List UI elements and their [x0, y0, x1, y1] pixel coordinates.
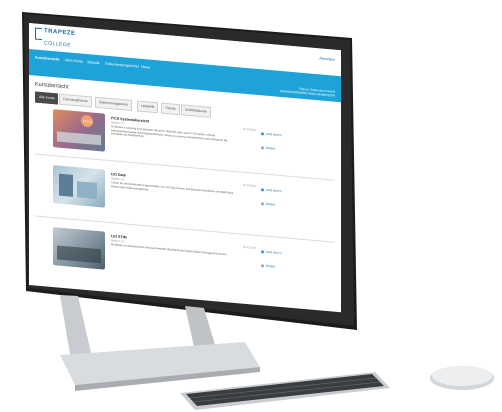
start-learning-link[interactable]: Jetzt lernen	[261, 187, 282, 193]
brand-sub: COLLEGE	[44, 40, 72, 49]
course-date: 23.11.2020	[243, 183, 256, 188]
details-label: Details	[266, 201, 276, 207]
nav-item-news[interactable]: News	[141, 65, 150, 70]
course-date: 20.11.2020	[243, 245, 256, 250]
course-card: LIO STIM Version 1.0 Mit diesem e-Learni…	[35, 226, 335, 300]
start-learning-label: Jetzt lernen	[266, 187, 282, 194]
svg-text:ITCS: ITCS	[83, 119, 92, 125]
play-icon	[261, 188, 264, 192]
course-date: 21.11.2020	[243, 127, 256, 132]
tab-all-courses[interactable]: Alle Kurse	[35, 91, 59, 105]
logout-link[interactable]: Abmelden	[319, 56, 335, 61]
details-link[interactable]: Details	[261, 145, 276, 151]
trapeze-logo-icon	[35, 27, 42, 41]
start-learning-link[interactable]: Jetzt lernen	[261, 131, 282, 137]
course-thumbnail[interactable]	[53, 227, 105, 270]
play-icon	[261, 250, 264, 254]
info-icon	[261, 146, 264, 150]
info-icon	[261, 264, 264, 268]
tab-tickets[interactable]: Tickets	[161, 102, 180, 116]
details-label: Details	[266, 263, 276, 269]
start-learning-link[interactable]: Jetzt lernen	[261, 249, 282, 255]
course-thumbnail[interactable]: ITCS	[53, 109, 105, 152]
tab-data-management[interactable]: Datenmanagement	[95, 96, 132, 111]
nav-item-statistics[interactable]: Statistik	[87, 60, 100, 65]
brand-name: TRAPEZE	[44, 28, 76, 38]
tab-vehicle-theory[interactable]: Fahrzeugtheorie	[59, 93, 92, 108]
details-link[interactable]: Details	[261, 201, 276, 207]
play-icon	[261, 132, 264, 136]
course-thumbnail[interactable]	[53, 165, 105, 208]
nav-item-account[interactable]: Mein Konto	[65, 58, 83, 64]
tab-mobility-card[interactable]: Mobilitätskarte	[181, 104, 211, 118]
page-title: Kursübersicht	[35, 81, 69, 91]
start-learning-label: Jetzt lernen	[266, 131, 282, 138]
brand-logo[interactable]: TRAPEZE COLLEGE	[35, 27, 76, 50]
screen: TRAPEZE COLLEGE Abmelden Kursübersicht M…	[29, 23, 341, 313]
details-link[interactable]: Details	[261, 263, 276, 269]
course-description: Lernen Sie die funktionalen Eigenschafte…	[111, 181, 234, 195]
nav-item-documents[interactable]: Dokumentenspeicher	[105, 62, 139, 69]
tab-control-center[interactable]: Leitstelle	[137, 100, 159, 114]
course-description: Im diesem e-Learning Kurs gelangen Sie e…	[111, 125, 228, 142]
start-learning-label: Jetzt lernen	[266, 249, 282, 256]
nav-item-courses[interactable]: Kursübersicht	[35, 56, 59, 62]
course-description: Mit diesem e-Learning lernen Sie das Anw…	[111, 243, 228, 257]
details-label: Details	[266, 145, 276, 151]
info-icon	[261, 202, 264, 206]
course-card: LIO Data Version 1.0 Lernen Sie die funk…	[35, 164, 335, 238]
